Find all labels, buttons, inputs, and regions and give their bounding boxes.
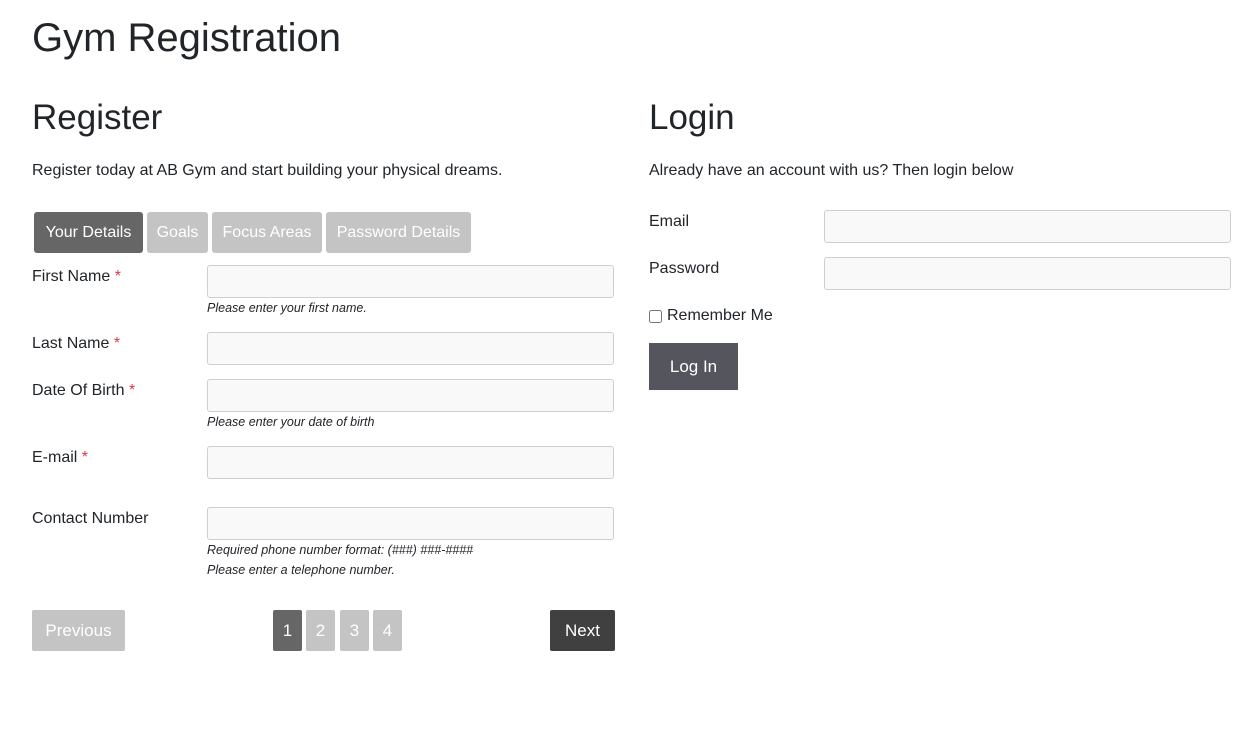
- login-button[interactable]: Log In: [649, 343, 738, 390]
- remember-me-checkbox[interactable]: [649, 309, 662, 323]
- contact-label: Contact Number: [32, 510, 149, 527]
- previous-button[interactable]: Previous: [32, 610, 125, 651]
- remember-me-label: Remember Me: [667, 307, 773, 324]
- last-name-label: Last Name *: [32, 335, 121, 352]
- first-name-label: First Name *: [32, 268, 121, 285]
- tab-password-details[interactable]: Password Details: [326, 212, 471, 253]
- next-button[interactable]: Next: [550, 610, 615, 651]
- login-password-input[interactable]: [824, 257, 1231, 290]
- login-heading: Login: [649, 98, 735, 137]
- contact-hint: Please enter a telephone number.: [207, 563, 395, 577]
- contact-input[interactable]: [207, 507, 614, 540]
- dob-label: Date Of Birth *: [32, 382, 136, 399]
- page-4[interactable]: 4: [373, 610, 402, 651]
- email-input[interactable]: [207, 446, 614, 479]
- required-mark: *: [113, 335, 121, 352]
- remember-me: Remember Me: [649, 307, 773, 325]
- register-heading: Register: [32, 98, 163, 137]
- contact-format-hint: Required phone number format: (###) ###-…: [207, 543, 474, 557]
- register-intro: Register today at AB Gym and start build…: [32, 162, 503, 179]
- dob-hint: Please enter your date of birth: [207, 415, 375, 429]
- email-label: E-mail *: [32, 449, 89, 466]
- tab-focus-areas[interactable]: Focus Areas: [212, 212, 322, 253]
- required-mark: *: [81, 449, 89, 466]
- required-mark: *: [114, 268, 121, 285]
- login-password-label: Password: [649, 260, 720, 277]
- tab-goals[interactable]: Goals: [147, 212, 208, 253]
- page-1[interactable]: 1: [273, 610, 302, 651]
- tab-your-details[interactable]: Your Details: [34, 212, 143, 253]
- page-3[interactable]: 3: [340, 610, 369, 651]
- first-name-hint: Please enter your first name.: [207, 301, 367, 315]
- required-mark: *: [128, 382, 136, 399]
- login-intro: Already have an account with us? Then lo…: [649, 162, 1014, 179]
- page-2[interactable]: 2: [306, 610, 335, 651]
- last-name-input[interactable]: [207, 332, 614, 365]
- login-email-label: Email: [649, 213, 690, 230]
- first-name-input[interactable]: [207, 265, 614, 298]
- page-title: Gym Registration: [32, 16, 341, 60]
- dob-input[interactable]: [207, 379, 614, 412]
- login-email-input[interactable]: [824, 210, 1231, 243]
